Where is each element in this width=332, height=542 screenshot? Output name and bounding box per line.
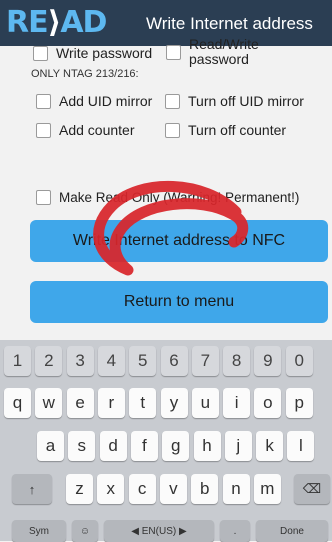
done-key[interactable]: Done xyxy=(256,520,328,542)
read-write-password-checkbox[interactable] xyxy=(166,45,181,60)
key-3[interactable]: 3 xyxy=(66,346,94,376)
make-read-only-option[interactable]: Make Read Only (Warning! Permanent!) xyxy=(36,186,299,208)
options-panel: Write password Read/Write password ONLY … xyxy=(0,37,332,340)
make-read-only-checkbox[interactable] xyxy=(36,189,51,205)
key-l[interactable]: l xyxy=(287,431,315,461)
key-y[interactable]: y xyxy=(160,388,188,418)
key-2[interactable]: 2 xyxy=(35,346,63,376)
key-t[interactable]: t xyxy=(129,388,157,418)
key-8[interactable]: 8 xyxy=(223,346,251,376)
key-k[interactable]: k xyxy=(256,431,284,461)
key-0[interactable]: 0 xyxy=(285,346,313,376)
key-p[interactable]: p xyxy=(285,388,313,418)
add-counter-option[interactable]: Add counter xyxy=(36,119,135,141)
key-a[interactable]: a xyxy=(37,431,64,461)
turn-off-counter-option[interactable]: Turn off counter xyxy=(165,119,286,141)
add-uid-mirror-option[interactable]: Add UID mirror xyxy=(36,90,152,112)
turn-off-uid-mirror-option[interactable]: Turn off UID mirror xyxy=(165,90,304,112)
key-i[interactable]: i xyxy=(223,388,251,418)
key-j[interactable]: j xyxy=(224,431,252,461)
key-4[interactable]: 4 xyxy=(97,346,125,376)
key-s[interactable]: s xyxy=(68,431,96,461)
sym-key[interactable]: Sym xyxy=(12,520,66,542)
soft-keyboard: 1 2 3 4 5 6 7 8 9 0 q w e r t y u i o p a s d f g h j k l ↑ z x c v b n m ⌫ Sy… xyxy=(0,340,332,542)
turn-off-counter-checkbox[interactable] xyxy=(165,122,180,138)
period-key[interactable]: . xyxy=(220,520,250,542)
key-z[interactable]: z xyxy=(66,474,93,504)
write-nfc-button[interactable]: Write Internet address to NFC xyxy=(30,220,328,262)
key-b[interactable]: b xyxy=(191,474,219,504)
key-r[interactable]: r xyxy=(97,388,125,418)
shift-key[interactable]: ↑ xyxy=(12,474,52,504)
key-q[interactable]: q xyxy=(4,388,31,418)
key-f[interactable]: f xyxy=(130,431,158,461)
app-logo: RE⟩AD xyxy=(6,5,107,40)
page-title: Write Internet address xyxy=(146,14,313,33)
return-menu-button[interactable]: Return to menu xyxy=(30,281,328,323)
backspace-key[interactable]: ⌫ xyxy=(294,474,330,504)
add-counter-checkbox[interactable] xyxy=(36,122,51,138)
key-w[interactable]: w xyxy=(35,388,63,418)
ntag-note: ONLY NTAG 213/216: xyxy=(31,68,139,80)
key-5[interactable]: 5 xyxy=(129,346,157,376)
key-h[interactable]: h xyxy=(193,431,221,461)
key-o[interactable]: o xyxy=(254,388,282,418)
key-u[interactable]: u xyxy=(191,388,219,418)
key-x[interactable]: x xyxy=(97,474,125,504)
key-v[interactable]: v xyxy=(159,474,187,504)
key-c[interactable]: c xyxy=(128,474,156,504)
add-uid-mirror-checkbox[interactable] xyxy=(36,93,51,109)
write-password-checkbox[interactable] xyxy=(33,45,48,61)
write-password-option[interactable]: Write password xyxy=(33,42,152,64)
key-n[interactable]: n xyxy=(222,474,250,504)
turn-off-uid-mirror-checkbox[interactable] xyxy=(165,93,180,109)
key-m[interactable]: m xyxy=(253,474,281,504)
key-1[interactable]: 1 xyxy=(4,346,31,376)
language-space-key[interactable]: ◀ EN(US) ▶ xyxy=(104,520,214,542)
emoji-key[interactable]: ☺ xyxy=(72,520,98,542)
read-write-password-option[interactable]: Read/Write password xyxy=(166,37,279,67)
key-6[interactable]: 6 xyxy=(160,346,188,376)
app-header: RE⟩AD Write Internet address xyxy=(0,0,332,46)
key-e[interactable]: e xyxy=(66,388,94,418)
key-9[interactable]: 9 xyxy=(254,346,282,376)
key-7[interactable]: 7 xyxy=(191,346,219,376)
key-d[interactable]: d xyxy=(99,431,127,461)
key-g[interactable]: g xyxy=(162,431,190,461)
